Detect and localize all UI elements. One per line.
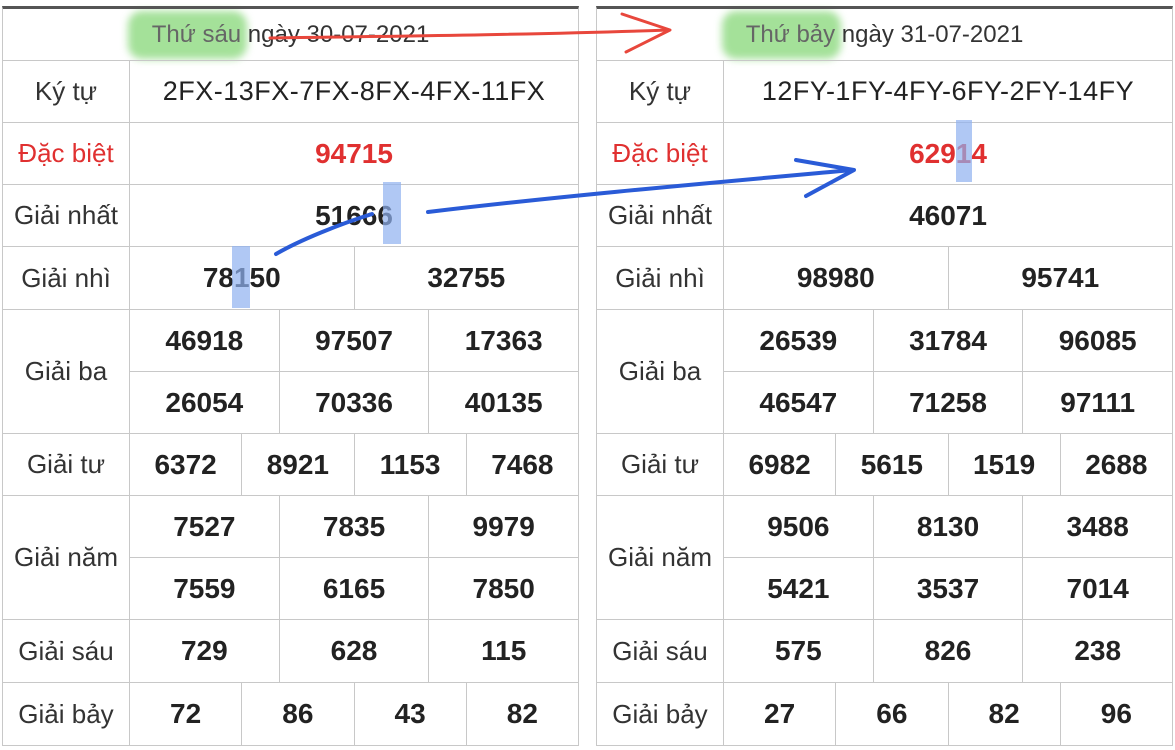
row-giai-nam: Giải năm 9506 8130 3488 5421 3537 7014 xyxy=(596,495,1173,619)
row-giai-tu: Giải tư 6372 8921 1153 7468 xyxy=(2,433,579,495)
row-giai-sau: Giải sáu 729 628 115 xyxy=(2,619,579,682)
row-giai-tu: Giải tư 6982 5615 1519 2688 xyxy=(596,433,1173,495)
prize-value: 9506 xyxy=(767,510,830,542)
row-giai-nhi: Giải nhì 78150 32755 xyxy=(2,246,579,309)
prize-value: 8130 xyxy=(872,496,1023,557)
special-prize-value: 94715 xyxy=(315,137,393,169)
prize-value: 575 xyxy=(774,635,822,666)
row-giai-sau: Giải sáu 575 826 238 xyxy=(596,619,1173,682)
prize-value: 96085 xyxy=(1022,310,1172,371)
prize-value: 6165 xyxy=(278,558,429,619)
prize-value: 46071 xyxy=(909,199,987,231)
prize-value: 40135 xyxy=(428,372,578,433)
weekday-highlight: Thứ bảy xyxy=(745,20,836,48)
row-label: Giải sáu xyxy=(3,620,130,682)
prize-value: 96 xyxy=(1059,683,1172,745)
prize-value: 7014 xyxy=(1022,558,1172,619)
prize-value: 5615 xyxy=(835,434,947,495)
prize-value: 66 xyxy=(835,683,947,745)
prize-value: 826 xyxy=(872,620,1023,682)
row-giai-ba: Giải ba 26539 31784 96085 46547 71258 97… xyxy=(596,309,1173,433)
prize-value: 115 xyxy=(428,620,578,682)
prize-value: 26054 xyxy=(165,386,244,418)
row-label: Giải ba xyxy=(597,310,724,433)
row-giai-ba: Giải ba 46918 97507 17363 26054 70336 40… xyxy=(2,309,579,433)
prize-value: 43 xyxy=(353,683,466,745)
prize-value: 3488 xyxy=(1022,496,1172,557)
prize-value: 8921 xyxy=(241,434,353,495)
row-label: Giải nhì xyxy=(3,247,130,309)
prize-value: 3537 xyxy=(872,558,1023,619)
prize-value: 97111 xyxy=(1022,372,1172,433)
prize-value: 78150 xyxy=(202,262,281,293)
prize-value: 97507 xyxy=(278,310,429,371)
row-label: Ký tự xyxy=(597,61,724,122)
prize-value: 32755 xyxy=(353,247,579,309)
prize-value: 7559 xyxy=(173,572,236,604)
prize-value: 51666 xyxy=(315,199,393,231)
date-header: Thứ bảy ngày 31-07-2021 xyxy=(596,6,1173,60)
prize-value: 7850 xyxy=(428,558,578,619)
prize-value: 6982 xyxy=(748,448,811,480)
prize-value: 70336 xyxy=(278,372,429,433)
prize-value: 98980 xyxy=(796,262,875,293)
prize-value: 1519 xyxy=(947,434,1060,495)
special-prize-value: 62914 xyxy=(909,137,987,169)
row-label: Giải nhất xyxy=(3,185,130,246)
row-giai-nhat: Giải nhất 46071 xyxy=(596,184,1173,246)
prize-value: 9979 xyxy=(428,496,578,557)
row-label: Giải ba xyxy=(3,310,130,433)
date-header: Thứ sáu ngày 30-07-2021 xyxy=(2,6,579,60)
prize-value: 1153 xyxy=(353,434,466,495)
ky-tu-value: 2FX-13FX-7FX-8FX-4FX-11FX xyxy=(162,76,546,106)
prize-value: 628 xyxy=(278,620,429,682)
date-text: ngày 31-07-2021 xyxy=(835,20,1024,48)
prize-value: 6372 xyxy=(154,448,217,480)
row-label: Giải tư xyxy=(3,434,130,495)
prize-value: 31784 xyxy=(872,310,1023,371)
prize-value: 82 xyxy=(947,683,1060,745)
row-giai-bay: Giải bảy 72 86 43 82 xyxy=(2,682,579,746)
prize-value: 2688 xyxy=(1059,434,1172,495)
prize-value: 7835 xyxy=(278,496,429,557)
prize-value: 46918 xyxy=(165,324,244,356)
row-giai-nhat: Giải nhất 51666 xyxy=(2,184,579,246)
prize-value: 17363 xyxy=(428,310,578,371)
row-giai-nam: Giải năm 7527 7835 9979 7559 6165 7850 xyxy=(2,495,579,619)
prize-value: 86 xyxy=(241,683,353,745)
row-giai-bay: Giải bảy 27 66 82 96 xyxy=(596,682,1173,746)
row-label: Giải nhất xyxy=(597,185,724,246)
prize-value: 26539 xyxy=(759,324,838,356)
row-label: Đặc biệt xyxy=(3,123,130,184)
row-ky-tu: Ký tự 2FX-13FX-7FX-8FX-4FX-11FX xyxy=(2,60,579,122)
prize-value: 72 xyxy=(170,698,202,729)
row-giai-nhi: Giải nhì 98980 95741 xyxy=(596,246,1173,309)
weekday-highlight: Thứ sáu xyxy=(151,20,242,48)
row-dac-biet: Đặc biệt 62914 xyxy=(596,122,1173,184)
prize-value: 238 xyxy=(1022,620,1172,682)
row-label: Giải năm xyxy=(3,496,130,619)
prize-value: 7468 xyxy=(465,434,578,495)
row-dac-biet: Đặc biệt 94715 xyxy=(2,122,579,184)
row-label: Giải bảy xyxy=(3,683,130,745)
prize-value: 7527 xyxy=(173,510,236,542)
prize-value: 95741 xyxy=(947,247,1173,309)
date-text: ngày 30-07-2021 xyxy=(241,20,430,48)
prize-value: 71258 xyxy=(872,372,1023,433)
row-label: Giải năm xyxy=(597,496,724,619)
row-label: Ký tự xyxy=(3,61,130,122)
row-label: Giải sáu xyxy=(597,620,724,682)
row-ky-tu: Ký tự 12FY-1FY-4FY-6FY-2FY-14FY xyxy=(596,60,1173,122)
row-label: Giải bảy xyxy=(597,683,724,745)
row-label: Giải tư xyxy=(597,434,724,495)
row-label: Đặc biệt xyxy=(597,123,724,184)
prize-value: 82 xyxy=(465,683,578,745)
prize-value: 5421 xyxy=(767,572,830,604)
prize-value: 27 xyxy=(764,698,796,729)
prize-value: 46547 xyxy=(759,386,838,418)
ky-tu-value: 12FY-1FY-4FY-6FY-2FY-14FY xyxy=(761,76,1135,106)
row-label: Giải nhì xyxy=(597,247,724,309)
prize-value: 729 xyxy=(180,635,228,666)
